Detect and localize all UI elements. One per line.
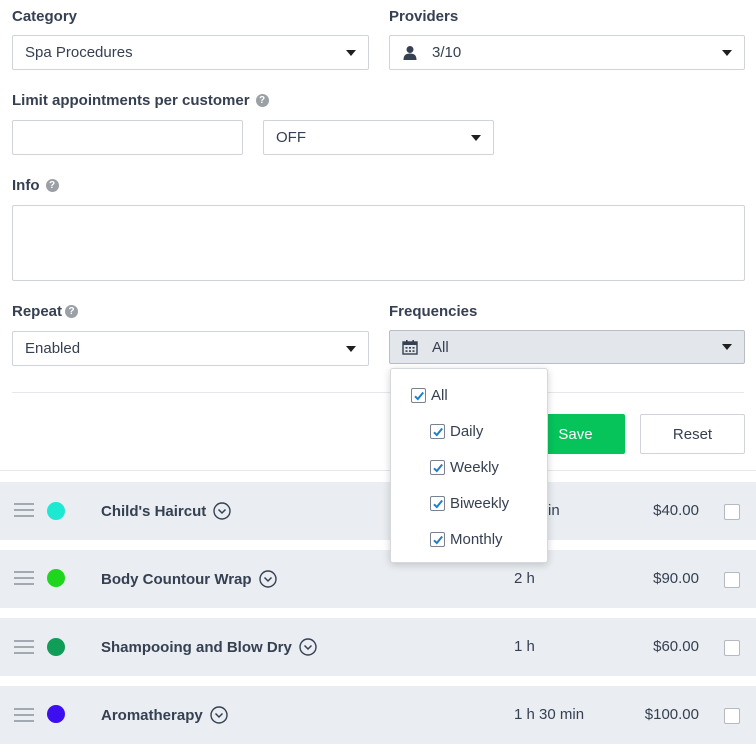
service-name-text: Aromatherapy bbox=[101, 706, 203, 724]
category-value: Spa Procedures bbox=[25, 44, 133, 61]
help-icon[interactable]: ? bbox=[45, 179, 59, 192]
service-color-dot bbox=[47, 638, 65, 656]
providers-value: 3/10 bbox=[432, 44, 462, 61]
checkbox-checked-icon[interactable] bbox=[430, 532, 445, 547]
service-name[interactable]: Body Countour Wrap bbox=[101, 570, 277, 588]
frequency-option-daily[interactable]: Daily bbox=[430, 423, 483, 440]
frequency-option-label: Daily bbox=[450, 423, 484, 440]
drag-handle-icon[interactable] bbox=[14, 708, 34, 726]
chevron-down-icon bbox=[471, 134, 481, 141]
info-label: Info ? bbox=[12, 177, 59, 194]
limit-label: Limit appointments per customer ? bbox=[12, 92, 269, 109]
category-select[interactable]: Spa Procedures bbox=[12, 35, 369, 70]
checkbox-checked-icon[interactable] bbox=[430, 496, 445, 511]
frequency-option-monthly[interactable]: Monthly bbox=[430, 531, 503, 548]
help-icon[interactable]: ? bbox=[255, 94, 269, 107]
service-price: $40.00 bbox=[653, 502, 699, 519]
service-checkbox[interactable] bbox=[724, 504, 740, 520]
service-price: $100.00 bbox=[644, 706, 699, 723]
drag-handle-icon[interactable] bbox=[14, 503, 34, 521]
drag-handle-icon[interactable] bbox=[14, 571, 34, 589]
limit-count-input[interactable] bbox=[12, 120, 243, 155]
chevron-down-circle-icon[interactable] bbox=[258, 570, 277, 588]
service-checkbox[interactable] bbox=[724, 572, 740, 588]
service-checkbox[interactable] bbox=[724, 640, 740, 656]
chevron-down-icon bbox=[346, 49, 356, 56]
providers-select[interactable]: 3/10 bbox=[389, 35, 745, 70]
limit-select[interactable]: OFF bbox=[263, 120, 494, 155]
list-divider bbox=[0, 470, 756, 471]
limit-select-value: OFF bbox=[276, 129, 306, 146]
service-price: $60.00 bbox=[653, 638, 699, 655]
service-duration: 2 h bbox=[514, 570, 535, 587]
service-name-text: Body Countour Wrap bbox=[101, 570, 252, 588]
form-divider bbox=[12, 392, 744, 393]
info-textarea[interactable] bbox=[12, 205, 745, 281]
calendar-icon bbox=[402, 339, 418, 355]
help-icon[interactable]: ? bbox=[65, 305, 79, 318]
providers-label: Providers bbox=[389, 8, 459, 25]
frequencies-label: Frequencies bbox=[389, 303, 478, 320]
service-name[interactable]: Child's Haircut bbox=[101, 502, 231, 520]
repeat-label: Repeat ? bbox=[12, 303, 79, 320]
service-color-dot bbox=[47, 569, 65, 587]
chevron-down-circle-icon[interactable] bbox=[299, 638, 317, 656]
checkbox-checked-icon[interactable] bbox=[430, 460, 445, 475]
drag-handle-icon[interactable] bbox=[14, 640, 34, 658]
frequency-option-label: Biweekly bbox=[450, 495, 510, 512]
reset-button[interactable]: Reset bbox=[640, 414, 745, 454]
service-price: $90.00 bbox=[653, 570, 699, 587]
repeat-value: Enabled bbox=[25, 340, 81, 357]
checkbox-checked-icon[interactable] bbox=[430, 424, 445, 439]
frequencies-select[interactable]: All bbox=[389, 330, 745, 364]
repeat-select[interactable]: Enabled bbox=[12, 331, 369, 366]
frequencies-value: All bbox=[432, 338, 449, 356]
service-name[interactable]: Aromatherapy bbox=[101, 706, 228, 724]
frequency-option-label: Weekly bbox=[450, 459, 499, 476]
service-color-dot bbox=[47, 705, 65, 723]
service-name-text: Child's Haircut bbox=[101, 502, 207, 520]
service-checkbox[interactable] bbox=[724, 708, 740, 724]
chevron-down-circle-icon[interactable] bbox=[210, 706, 228, 724]
limit-label-text: Limit appointments per customer bbox=[12, 92, 250, 109]
chevron-down-circle-icon[interactable] bbox=[213, 502, 231, 520]
chevron-down-icon bbox=[722, 344, 732, 350]
frequency-option-weekly[interactable]: Weekly bbox=[430, 459, 499, 476]
chevron-down-icon bbox=[346, 345, 356, 352]
chevron-down-icon bbox=[722, 49, 732, 56]
service-name-text: Shampooing and Blow Dry bbox=[101, 638, 292, 656]
service-duration: 1 h bbox=[514, 638, 535, 655]
checkbox-checked-icon[interactable] bbox=[411, 388, 426, 403]
frequency-option-biweekly[interactable]: Biweekly bbox=[430, 495, 509, 512]
service-duration: in bbox=[548, 502, 560, 519]
repeat-label-text: Repeat bbox=[12, 303, 63, 320]
service-name[interactable]: Shampooing and Blow Dry bbox=[101, 638, 317, 656]
service-color-dot bbox=[47, 502, 65, 520]
category-label: Category bbox=[12, 8, 78, 25]
frequency-option-all[interactable]: All bbox=[411, 387, 448, 404]
info-label-text: Info bbox=[12, 177, 40, 194]
frequencies-dropdown: All Daily Weekly Biweekly Monthly bbox=[390, 368, 548, 563]
service-duration: 1 h 30 min bbox=[514, 706, 585, 723]
frequency-option-label: Monthly bbox=[450, 531, 503, 548]
frequency-option-label: All bbox=[431, 387, 448, 404]
user-icon bbox=[402, 45, 418, 61]
